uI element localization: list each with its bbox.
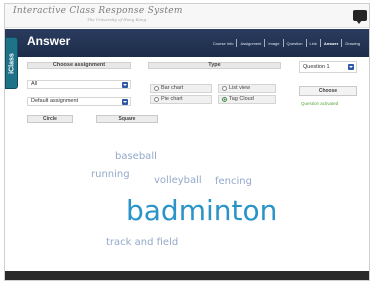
iclass-tab-label: iClass <box>8 53 16 74</box>
chevron-down-icon <box>122 99 128 105</box>
choose-button[interactable]: Choose <box>299 86 357 96</box>
question-select[interactable]: Question 1 <box>299 61 357 73</box>
chat-icon[interactable] <box>353 10 367 24</box>
tag-cloud-word: track and field <box>106 237 179 248</box>
type-option-label: Bar chart <box>161 85 184 91</box>
radio-icon <box>154 97 159 102</box>
footer-bar <box>5 271 369 280</box>
square-button[interactable]: Square <box>96 115 158 123</box>
page-header: iClass Answer Course Info Assignment Ima… <box>5 29 369 89</box>
nav-course-info[interactable]: Course Info <box>210 41 237 46</box>
type-option-tag-cloud[interactable]: Tag Cloud <box>218 95 276 104</box>
top-nav: Course Info Assignment Image Question Li… <box>210 39 363 47</box>
page-title: Answer <box>27 34 71 48</box>
circle-button[interactable]: Circle <box>27 115 73 123</box>
nav-assignment[interactable]: Assignment <box>237 41 264 46</box>
assignment-filter-value: All <box>31 81 38 87</box>
type-option-bar-chart[interactable]: Bar chart <box>150 84 212 93</box>
top-bar: Interactive Class Response System The Un… <box>5 4 369 28</box>
tag-cloud-word: fencing <box>215 176 252 187</box>
app-window: Interactive Class Response System The Un… <box>4 3 370 281</box>
iclass-side-tab[interactable]: iClass <box>5 37 18 89</box>
type-option-label: Tag Cloud <box>229 96 254 102</box>
tag-cloud-word: baseball <box>115 151 157 162</box>
tag-cloud-word: volleyball <box>154 175 202 186</box>
app-logo-subtitle: The University of Hong Kong <box>87 17 147 22</box>
assignment-select-value: Default assignment <box>31 98 79 104</box>
chevron-down-icon <box>122 82 128 88</box>
nav-drawing[interactable]: Drawing <box>342 41 363 46</box>
assignment-filter-select[interactable]: All <box>27 80 131 89</box>
nav-image[interactable]: Image <box>265 41 282 46</box>
assignment-select[interactable]: Default assignment <box>27 97 131 106</box>
type-option-label: List view <box>229 85 251 91</box>
question-select-value: Question 1 <box>303 64 330 70</box>
app-logo: Interactive Class Response System <box>13 6 183 16</box>
question-status-text: Question activated <box>301 101 339 106</box>
type-heading: Type <box>148 62 281 69</box>
radio-icon <box>154 86 159 91</box>
type-option-label: Pie chart <box>161 96 183 102</box>
nav-answer[interactable]: Answer <box>321 41 341 46</box>
type-option-list-view[interactable]: List view <box>218 84 276 93</box>
radio-selected-icon <box>222 97 227 102</box>
nav-link[interactable]: Link <box>307 41 320 46</box>
chevron-down-icon <box>348 64 354 70</box>
radio-icon <box>222 86 227 91</box>
nav-question[interactable]: Question <box>284 41 306 46</box>
type-option-pie-chart[interactable]: Pie chart <box>150 95 212 104</box>
choose-assignment-heading: Choose assignment <box>27 62 131 69</box>
tag-cloud-word-largest: badminton <box>126 194 278 227</box>
tag-cloud-word: running <box>91 169 130 180</box>
